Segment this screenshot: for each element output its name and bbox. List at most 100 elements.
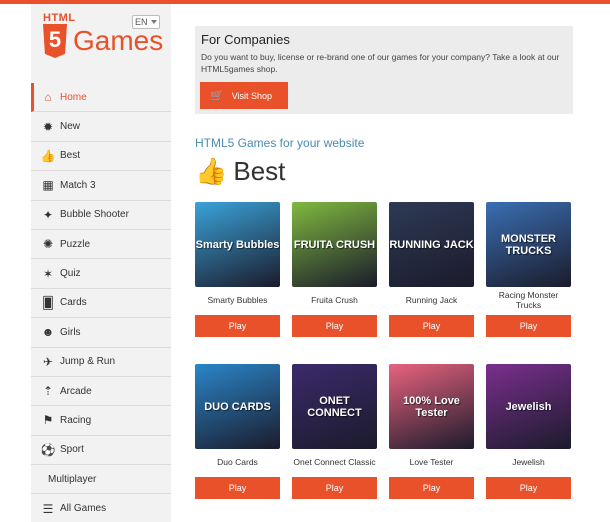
thumbs-up-icon: 👍 (40, 148, 56, 163)
game-thumbnail-art: DUO CARDS (204, 400, 271, 413)
sidebar-item-label: Cards (60, 297, 87, 309)
sidebar-item-label: New (60, 121, 81, 133)
game-card: Jewelish Jewelish Play (486, 364, 571, 499)
cards-icon: 🂠 (41, 295, 55, 310)
language-selected: EN (135, 17, 148, 27)
visit-shop-label: Visit Shop (231, 90, 273, 101)
game-card: FRUITA CRUSH Fruita Crush Play (292, 202, 377, 337)
section-subtitle: HTML5 Games for your website (195, 136, 365, 150)
sidebar-item-bubble-shooter[interactable]: ✦ Bubble Shooter (31, 201, 171, 230)
play-button[interactable]: Play (195, 477, 280, 499)
play-button[interactable]: Play (195, 315, 280, 337)
play-button[interactable]: Play (389, 477, 474, 499)
cart-icon: 🛒 (210, 90, 224, 102)
jump-run-icon: ✈ (42, 354, 54, 369)
companies-title: For Companies (201, 32, 290, 47)
game-thumbnail[interactable]: FRUITA CRUSH (292, 202, 377, 287)
sidebar-item-quiz[interactable]: ✶ Quiz (31, 259, 171, 289)
game-title[interactable]: Racing Monster Trucks (486, 287, 571, 313)
game-thumbnail-art: FRUITA CRUSH (293, 238, 376, 251)
game-thumbnail[interactable]: Smarty Bubbles (195, 202, 280, 287)
play-button[interactable]: Play (486, 315, 571, 337)
sidebar-item-arcade[interactable]: ⇡ Arcade (31, 377, 171, 407)
game-card: DUO CARDS Duo Cards Play (195, 364, 280, 499)
sidebar-item-girls[interactable]: ☻ Girls (31, 318, 171, 348)
game-title[interactable]: Onet Connect Classic (292, 449, 377, 475)
soccer-ball-icon: ⚽ (40, 442, 56, 457)
chevron-down-icon (151, 20, 157, 24)
sidebar-item-new[interactable]: ✹ New (31, 112, 171, 142)
language-select[interactable]: EN (132, 15, 160, 29)
sidebar-item-label: Best (60, 150, 81, 162)
sidebar-item-label: Jump & Run (60, 356, 116, 368)
game-thumbnail-art: RUNNING JACK (389, 238, 474, 251)
shooter-icon: ✦ (42, 207, 54, 222)
section-heading: 👍 Best (195, 156, 285, 187)
game-title[interactable]: Running Jack (389, 287, 474, 313)
visit-shop-button[interactable]: 🛒 Visit Shop (200, 82, 288, 109)
new-badge-icon: ✹ (42, 119, 54, 134)
lightbulb-icon: ✺ (42, 237, 54, 252)
sidebar-item-multiplayer[interactable]: Multiplayer (31, 465, 171, 495)
game-thumbnail-art: ONET CONNECT (307, 394, 362, 419)
sidebar-nav: ⌂ Home ✹ New 👍 Best ▦ Match 3 ✦ Bubble Shooter ✺ Pu… (31, 83, 171, 522)
game-title[interactable]: Love Tester (389, 449, 474, 475)
game-card: Smarty Bubbles Smarty Bubbles Play (195, 202, 280, 337)
game-card: MONSTER TRUCKS Racing Monster Trucks Play (486, 202, 571, 337)
game-title[interactable]: Fruita Crush (292, 287, 377, 313)
logo-html-text: HTML (43, 12, 76, 24)
racing-flag-icon: ⚑ (42, 413, 54, 428)
sidebar: HTML 5 Games EN ⌂ Home ✹ New 👍 Best ▦ Match 3 ✦ B… (31, 4, 171, 522)
menu-icon: ☰ (42, 501, 54, 516)
game-thumbnail-art: 100% Love Tester (403, 394, 460, 419)
logo-shield: 5 (43, 24, 67, 58)
game-thumbnail-art: Jewelish (505, 400, 552, 413)
play-button[interactable]: Play (292, 477, 377, 499)
game-thumbnail[interactable]: Jewelish (486, 364, 571, 449)
sidebar-item-jump-run[interactable]: ✈ Jump & Run (31, 348, 171, 377)
game-thumbnail[interactable]: 100% Love Tester (389, 364, 474, 449)
sidebar-item-label: Match 3 (60, 179, 96, 191)
sidebar-item-label: Sport (60, 444, 84, 456)
game-title[interactable]: Duo Cards (195, 449, 280, 475)
sidebar-item-label: All Games (60, 503, 107, 515)
game-thumbnail[interactable]: MONSTER TRUCKS (486, 202, 571, 287)
sidebar-item-home[interactable]: ⌂ Home (31, 83, 171, 113)
play-button[interactable]: Play (389, 315, 474, 337)
game-title[interactable]: Smarty Bubbles (195, 287, 280, 313)
sidebar-item-cards[interactable]: 🂠 Cards (31, 289, 171, 319)
sidebar-item-label: Quiz (60, 268, 81, 280)
game-card: ONET CONNECT Onet Connect Classic Play (292, 364, 377, 499)
companies-text: Do you want to buy, license or re-brand … (201, 52, 560, 74)
game-card: 100% Love Tester Love Tester Play (389, 364, 474, 499)
sidebar-item-label: Puzzle (60, 238, 91, 250)
sidebar-item-best[interactable]: 👍 Best (31, 142, 171, 172)
home-icon: ⌂ (44, 90, 52, 105)
rocket-icon: ⇡ (42, 384, 54, 399)
game-thumbnail-art: Smarty Bubbles (195, 238, 280, 251)
girl-icon: ☻ (41, 325, 55, 340)
play-button[interactable]: Play (486, 477, 571, 499)
game-thumbnail[interactable]: RUNNING JACK (389, 202, 474, 287)
sidebar-item-label: Home (60, 91, 87, 103)
sidebar-item-label: Girls (60, 326, 81, 338)
sidebar-item-match-3[interactable]: ▦ Match 3 (31, 171, 171, 201)
game-title[interactable]: Jewelish (486, 449, 571, 475)
sidebar-item-label: Multiplayer (48, 473, 97, 485)
game-thumbnail[interactable]: ONET CONNECT (292, 364, 377, 449)
sidebar-item-label: Racing (60, 414, 92, 426)
sidebar-item-racing[interactable]: ⚑ Racing (31, 406, 171, 436)
thumbs-up-icon: 👍 (195, 156, 228, 186)
game-card: RUNNING JACK Running Jack Play (389, 202, 474, 337)
grid-icon: ▦ (42, 178, 54, 193)
game-thumbnail-art: MONSTER TRUCKS (501, 232, 556, 257)
play-button[interactable]: Play (292, 315, 377, 337)
game-thumbnail[interactable]: DUO CARDS (195, 364, 280, 449)
sidebar-item-all-games[interactable]: ☰ All Games (31, 494, 171, 522)
sidebar-item-label: Arcade (60, 385, 92, 397)
sidebar-item-sport[interactable]: ⚽ Sport (31, 436, 171, 466)
section-title: Best (233, 156, 286, 186)
sidebar-item-puzzle[interactable]: ✺ Puzzle (31, 230, 171, 260)
logo-games-text: Games (73, 25, 164, 56)
companies-box: For Companies Do you want to buy, licens… (195, 26, 573, 114)
